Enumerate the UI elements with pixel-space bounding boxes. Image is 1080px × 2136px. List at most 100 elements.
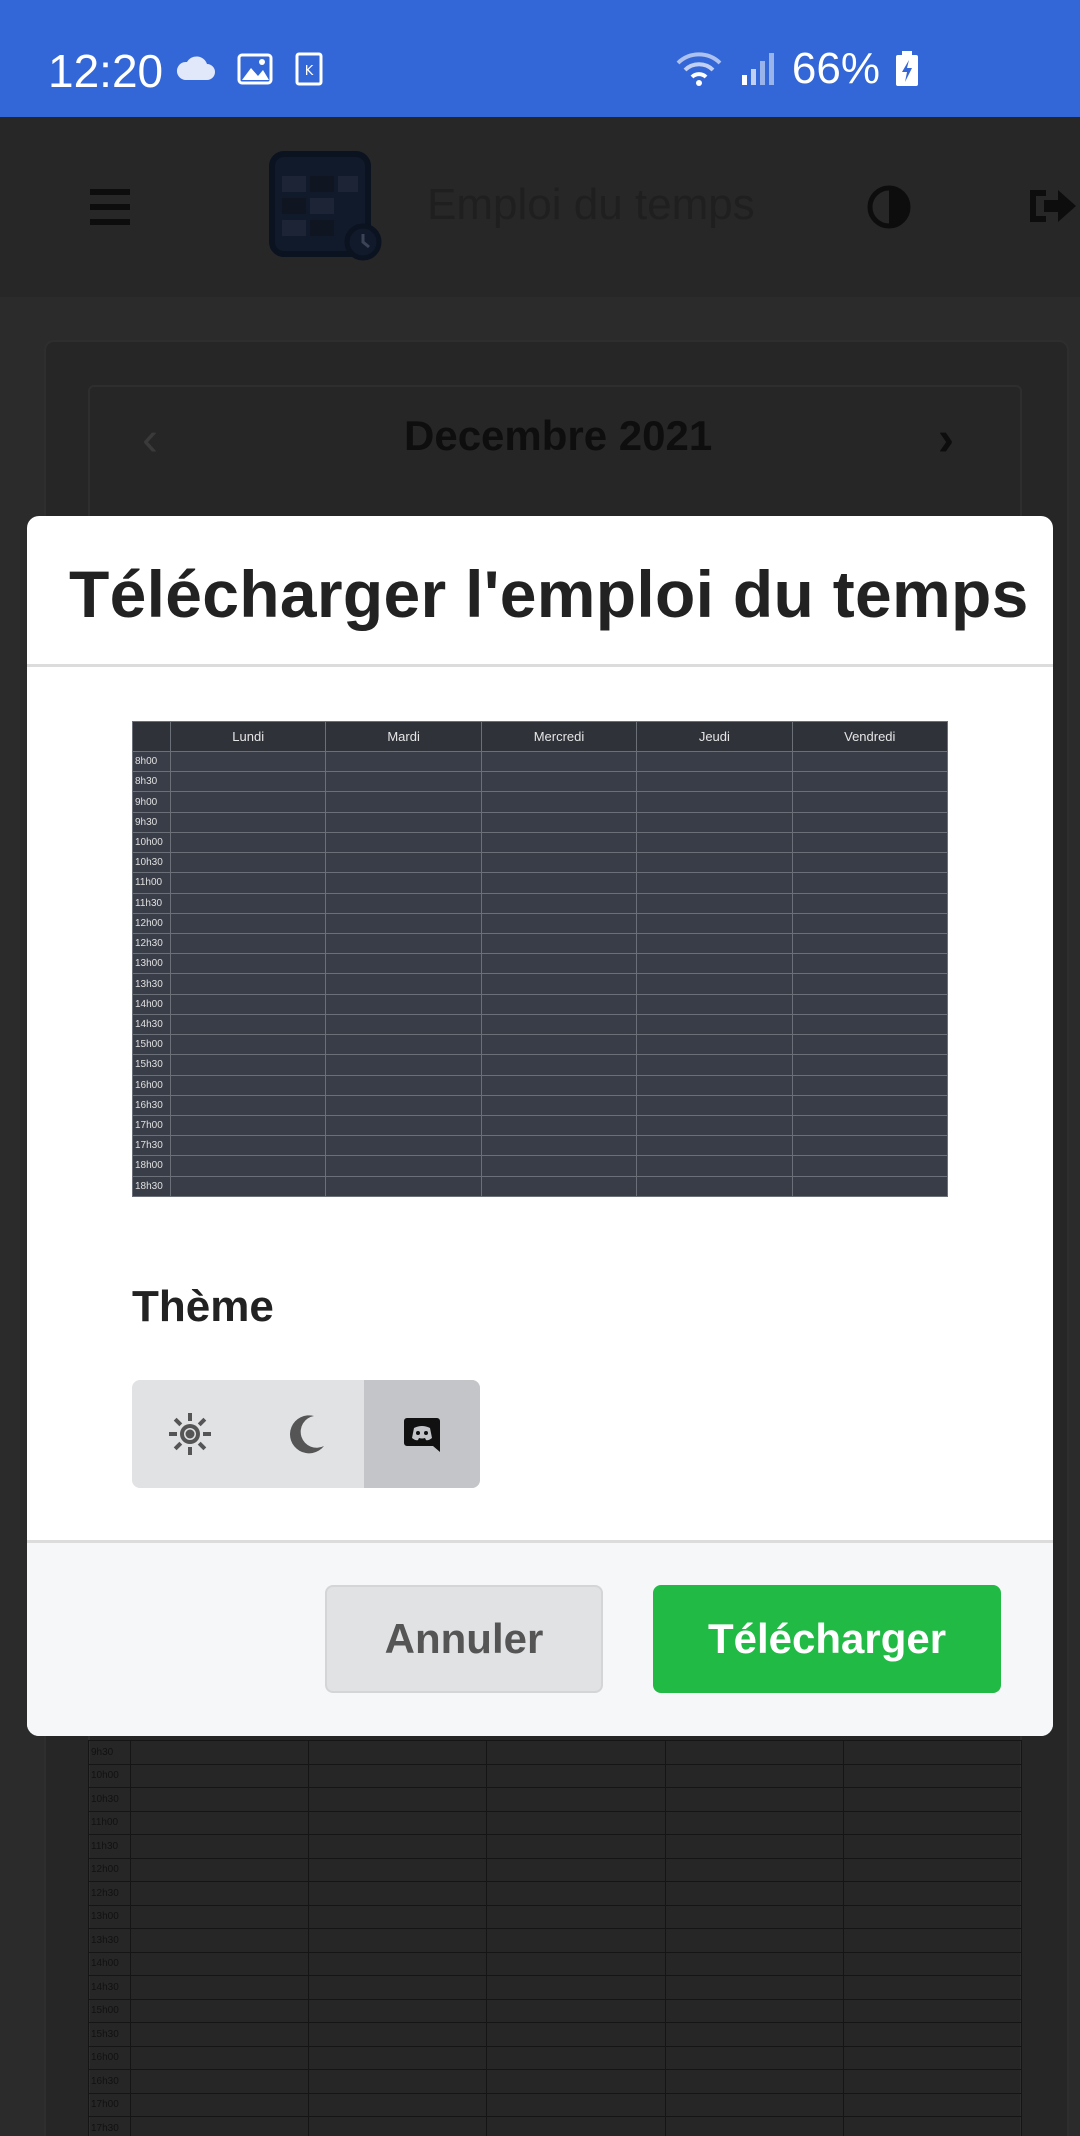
preview-slot-cell: [480, 1155, 638, 1177]
preview-time-cell: 18h30: [132, 1175, 171, 1198]
chevron-left-icon[interactable]: ‹: [142, 412, 158, 467]
preview-slot-cell: [636, 750, 793, 773]
preview-row: 15h00: [132, 1034, 949, 1056]
preview-slot-cell: [791, 973, 949, 995]
preview-slot-cell: [325, 1013, 482, 1036]
preview-slot-cell: [325, 1135, 482, 1157]
preview-slot-cell: [636, 771, 793, 793]
wifi-icon: [676, 52, 722, 86]
slot-cell: [129, 1763, 310, 1788]
slot-cell: [308, 1763, 488, 1788]
slot-cell: [486, 1975, 666, 2000]
slot-cell: [308, 2116, 488, 2136]
download-button[interactable]: Télécharger: [653, 1585, 1001, 1693]
sun-icon: [169, 1413, 211, 1455]
preview-row: 8h00: [132, 750, 949, 773]
table-row: 13h30: [88, 1928, 1023, 1953]
slot-cell: [129, 1834, 310, 1859]
slot-cell: [664, 1975, 844, 2000]
logout-icon[interactable]: [1026, 186, 1080, 226]
slot-cell: [129, 1998, 310, 2023]
slot-cell: [129, 1904, 310, 1929]
slot-cell: [842, 1787, 1023, 1812]
slot-cell: [664, 2022, 844, 2047]
slot-cell: [664, 2069, 844, 2094]
preview-slot-cell: [325, 831, 482, 854]
preview-slot-cell: [169, 1074, 327, 1096]
preview-slot-cell: [791, 811, 949, 833]
theme-light-button[interactable]: [132, 1380, 248, 1488]
time-cell: 17h30: [88, 2116, 131, 2136]
slot-cell: [129, 2116, 310, 2136]
table-row: 9h30: [88, 1740, 1023, 1765]
chevron-right-icon[interactable]: ›: [938, 412, 954, 467]
preview-slot-cell: [480, 1034, 638, 1056]
preview-slot-cell: [636, 993, 793, 1015]
preview-row: 9h00: [132, 791, 949, 813]
slot-cell: [308, 1928, 488, 1953]
slot-cell: [308, 1810, 488, 1835]
cancel-button[interactable]: Annuler: [325, 1585, 603, 1693]
preview-slot-cell: [325, 852, 482, 874]
signal-icon: [741, 53, 774, 85]
theme-discord-button[interactable]: [364, 1380, 480, 1488]
slot-cell: [842, 1881, 1023, 1906]
theme-dark-button[interactable]: [248, 1380, 364, 1488]
preview-slot-cell: [480, 852, 638, 874]
download-modal: Télécharger l'emploi du temps Lundi Mardi…: [27, 516, 1053, 1736]
hamburger-menu-icon[interactable]: [90, 187, 130, 227]
slot-cell: [308, 2045, 488, 2070]
preview-slot-cell: [791, 993, 949, 1015]
timetable-preview: Lundi Mardi Mercredi Jeudi Vendredi 8h00 8h30…: [132, 721, 949, 1198]
preview-slot-cell: [325, 993, 482, 1015]
slot-cell: [486, 2069, 666, 2094]
preview-slot-cell: [325, 1054, 482, 1076]
preview-slot-cell: [791, 791, 949, 813]
time-cell: 11h00: [88, 1810, 131, 1835]
preview-slot-cell: [169, 811, 327, 833]
preview-row: 18h00: [132, 1155, 949, 1177]
preview-slot-cell: [169, 1054, 327, 1076]
slot-cell: [308, 1904, 488, 1929]
preview-time-cell: 16h30: [132, 1094, 171, 1116]
slot-cell: [842, 1904, 1023, 1929]
modal-title: Télécharger l'emploi du temps: [69, 557, 1029, 631]
table-row: 16h00: [88, 2045, 1023, 2070]
preview-slot-cell: [636, 1013, 793, 1036]
slot-cell: [486, 1881, 666, 1906]
preview-time-cell: 14h30: [132, 1013, 171, 1036]
contrast-icon[interactable]: [866, 184, 912, 230]
preview-time-cell: 10h30: [132, 852, 171, 874]
slot-cell: [842, 1998, 1023, 2023]
slot-cell: [842, 2116, 1023, 2136]
slot-cell: [308, 1975, 488, 2000]
slot-cell: [129, 1881, 310, 1906]
time-cell: 10h00: [88, 1763, 131, 1788]
time-cell: 11h30: [88, 1834, 131, 1859]
preview-row: 10h30: [132, 852, 949, 874]
preview-row: 11h00: [132, 872, 949, 894]
slot-cell: [842, 2022, 1023, 2047]
preview-slot-cell: [636, 932, 793, 955]
preview-row: 14h30: [132, 1013, 949, 1036]
preview-time-cell: 15h00: [132, 1034, 171, 1056]
table-row: 15h00: [88, 1998, 1023, 2023]
slot-cell: [308, 2069, 488, 2094]
preview-slot-cell: [636, 852, 793, 874]
preview-time-cell: 11h00: [132, 872, 171, 894]
preview-slot-cell: [480, 750, 638, 773]
preview-slot-cell: [791, 852, 949, 874]
preview-time-cell: 8h00: [132, 750, 171, 773]
preview-row: 8h30: [132, 771, 949, 793]
preview-slot-cell: [325, 1114, 482, 1137]
preview-slot-cell: [791, 872, 949, 894]
time-cell: 14h30: [88, 1975, 131, 2000]
app-logo-icon: [269, 151, 382, 261]
preview-slot-cell: [169, 912, 327, 934]
preview-slot-cell: [791, 831, 949, 854]
preview-row: 12h30: [132, 932, 949, 955]
modal-divider: [27, 664, 1053, 667]
preview-slot-cell: [480, 771, 638, 793]
preview-day-header: Lundi: [169, 721, 327, 752]
slot-cell: [129, 1951, 310, 1976]
